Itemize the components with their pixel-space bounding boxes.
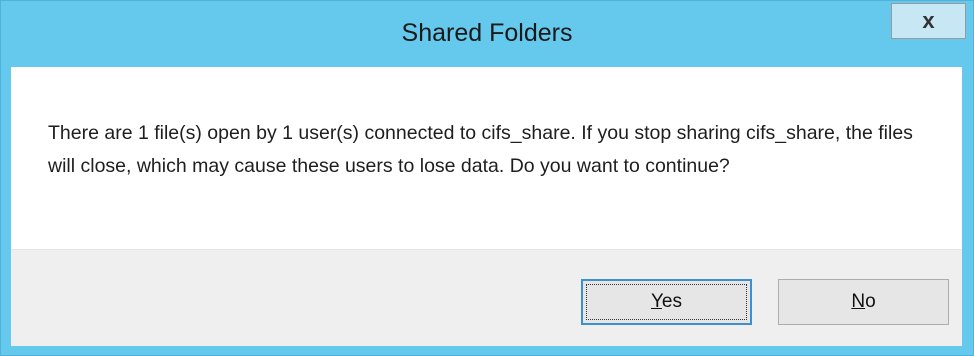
yes-button[interactable]: Yes: [581, 279, 752, 325]
dialog-content: There are 1 file(s) open by 1 user(s) co…: [11, 67, 962, 249]
no-label-rest: o: [865, 291, 876, 312]
dialog-title: Shared Folders: [401, 19, 573, 47]
button-bar: Yes No: [11, 249, 962, 346]
shared-folders-dialog: Shared Folders x There are 1 file(s) ope…: [0, 0, 974, 356]
no-button-label: No: [851, 291, 875, 313]
close-button[interactable]: x: [891, 3, 966, 39]
focus-rectangle: [586, 284, 747, 320]
dialog-message: There are 1 file(s) open by 1 user(s) co…: [48, 122, 913, 177]
close-icon: x: [922, 8, 935, 33]
title-bar[interactable]: Shared Folders x: [1, 1, 973, 67]
no-access-key: N: [851, 291, 866, 312]
no-button[interactable]: No: [778, 279, 949, 325]
